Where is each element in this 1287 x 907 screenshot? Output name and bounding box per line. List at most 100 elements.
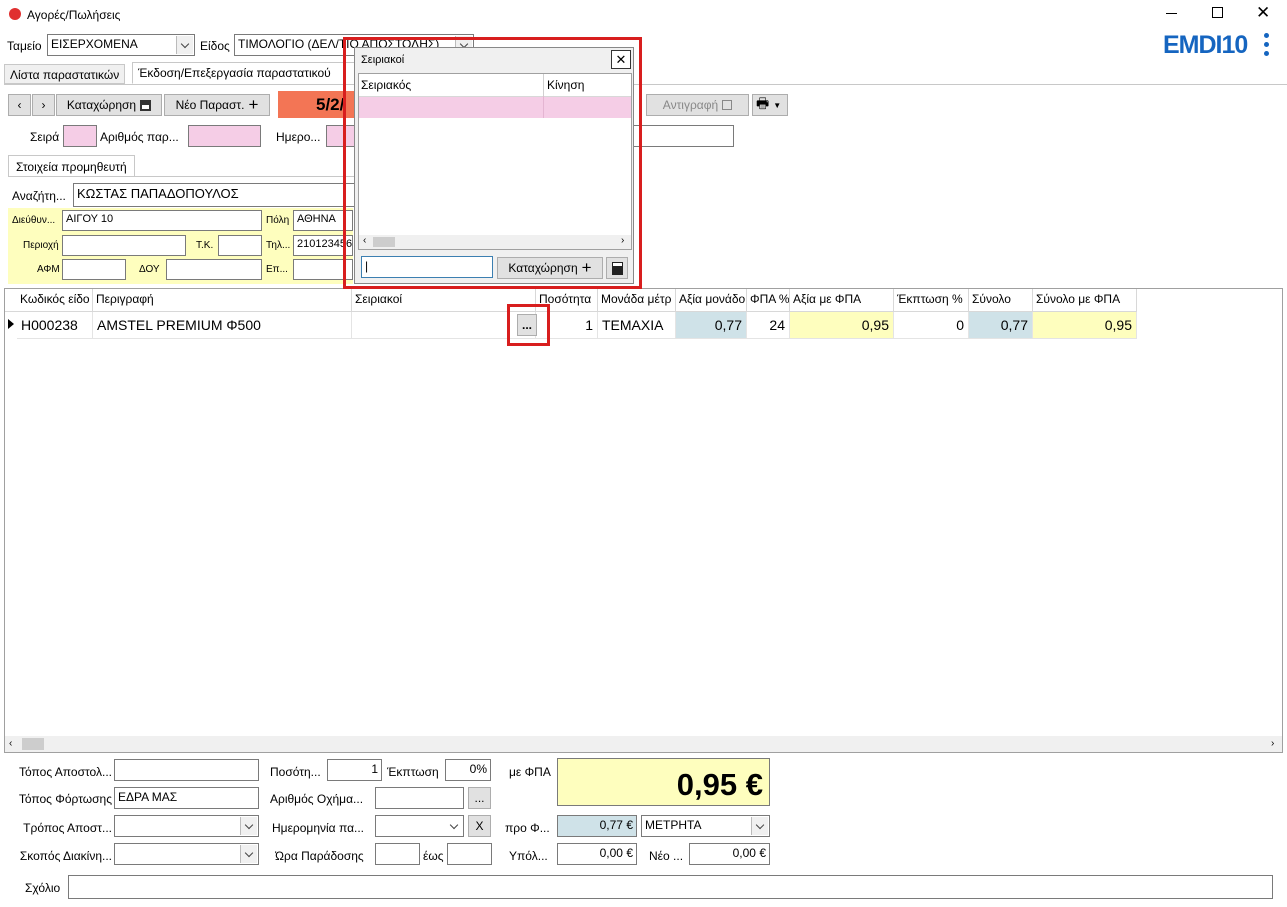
total-with-vat: 0,95 € xyxy=(557,758,770,806)
tab-supplier[interactable]: Στοιχεία προμηθευτή xyxy=(8,155,135,177)
seira-label: Σειρά xyxy=(30,130,60,144)
col-total[interactable]: Σύνολο xyxy=(969,289,1033,311)
cell-price-vat[interactable]: 0,95 xyxy=(790,312,894,339)
topos-fort-label: Τόπος Φόρτωσης xyxy=(18,792,112,806)
floppy-icon xyxy=(140,99,152,111)
row-pointer-icon xyxy=(8,319,14,329)
chevron-down-icon xyxy=(751,817,768,835)
col-vat[interactable]: ΦΠΑ % xyxy=(747,289,790,311)
cell-vat[interactable]: 24 xyxy=(747,312,790,339)
tk-field[interactable] xyxy=(218,235,262,256)
payment-method-select[interactable]: ΜΕΤΡΗΤΑ xyxy=(641,815,770,837)
chevron-down-icon xyxy=(240,845,257,863)
search-label: Αναζήτη... xyxy=(12,189,66,203)
extra-field[interactable] xyxy=(632,125,734,147)
maximize-icon[interactable] xyxy=(1212,7,1223,18)
comment-label: Σχόλιο xyxy=(25,881,61,895)
seira-field[interactable] xyxy=(63,125,97,147)
delivery-date-select[interactable] xyxy=(375,815,464,837)
scroll-left-icon[interactable]: ‹ xyxy=(9,738,12,749)
col-code[interactable]: Κωδικός είδο xyxy=(17,289,93,311)
afm-field[interactable] xyxy=(62,259,126,280)
window-title: Αγορές/Πωλήσεις xyxy=(27,8,121,22)
eos-label: έως xyxy=(423,849,444,863)
save-button[interactable]: Καταχώρηση xyxy=(56,94,162,116)
caret-down-icon: ▼ xyxy=(773,100,782,110)
more-menu-icon[interactable] xyxy=(1262,33,1270,57)
minimize-icon[interactable] xyxy=(1166,13,1177,14)
printer-icon: 🖶 xyxy=(756,95,770,111)
cell-unit-price[interactable]: 0,77 xyxy=(676,312,747,339)
ora-label: Ώρα Παράδοσης xyxy=(275,849,364,863)
oxima-button[interactable]: ... xyxy=(468,787,491,809)
grid-hscrollbar[interactable]: ‹ › xyxy=(5,736,1282,752)
cell-unit[interactable]: ΤΕΜΑΧΙΑ xyxy=(598,312,676,339)
new-balance-field: 0,00 € xyxy=(689,843,770,865)
ypol-label: Υπόλ... xyxy=(509,849,548,863)
prev-button[interactable]: ‹ xyxy=(8,94,31,116)
date-banner-text: 5/2/ xyxy=(316,95,345,114)
tab-document-edit[interactable]: Έκδοση/Επεξεργασία παραστατικού xyxy=(132,62,357,84)
cell-total-vat[interactable]: 0,95 xyxy=(1033,312,1137,339)
cell-code[interactable]: H000238 xyxy=(17,312,93,339)
ekptosi-label: Έκπτωση xyxy=(387,765,439,779)
items-grid xyxy=(4,288,1283,753)
supplier-search-input[interactable]: ΚΩΣΤΑΣ ΠΑΠΑΔΟΠΟΥΛΟΣ xyxy=(73,183,363,207)
doy-field[interactable] xyxy=(166,259,262,280)
eidos-label: Είδος xyxy=(200,39,230,53)
oxima-field[interactable] xyxy=(375,787,464,809)
area-field[interactable] xyxy=(62,235,186,256)
posotita-label: Ποσότη... xyxy=(270,765,321,779)
ekptosi-field[interactable]: 0% xyxy=(445,759,491,781)
cell-discount[interactable]: 0 xyxy=(894,312,969,339)
tropos-select[interactable] xyxy=(114,815,259,837)
tab-document-list[interactable]: Λίστα παραστατικών xyxy=(4,64,126,84)
afm-label: ΑΦΜ xyxy=(37,264,60,275)
comment-field[interactable] xyxy=(68,875,1273,899)
col-unit[interactable]: Μονάδα μέτρ xyxy=(598,289,676,311)
city-label: Πόλη xyxy=(266,215,290,226)
tameio-select[interactable]: ΕΙΣΕΡΧΟΜΕΝΑ xyxy=(47,34,195,56)
address-field[interactable]: ΑΙΓΟΥ 10 xyxy=(62,210,262,231)
col-unit-price[interactable]: Αξία μονάδο xyxy=(676,289,747,311)
clear-date-button[interactable]: X xyxy=(468,815,491,837)
scroll-thumb[interactable] xyxy=(22,738,44,750)
col-desc[interactable]: Περιγραφή xyxy=(93,289,352,311)
col-price-vat[interactable]: Αξία με ΦΠΑ xyxy=(790,289,894,311)
plus-icon: + xyxy=(248,95,259,114)
address-label: Διεύθυν... xyxy=(12,215,56,226)
arithmos-field[interactable] xyxy=(188,125,261,147)
app-icon xyxy=(9,8,21,20)
cell-desc[interactable]: AMSTEL PREMIUM Φ500 xyxy=(93,312,352,339)
profpa-label: προ Φ... xyxy=(505,821,550,835)
col-total-vat[interactable]: Σύνολο με ΦΠΑ xyxy=(1033,289,1137,311)
copy-icon xyxy=(722,100,733,110)
mefpa-label: με ΦΠΑ xyxy=(509,765,551,779)
copy-button[interactable]: Αντιγραφή xyxy=(646,94,749,116)
chevron-down-icon xyxy=(240,817,257,835)
new-document-button[interactable]: Νέο Παραστ. + xyxy=(164,94,270,116)
neo-label: Νέο ... xyxy=(649,849,684,863)
tab-content-border xyxy=(4,84,1287,85)
title-bar: Αγορές/Πωλήσεις ✕ xyxy=(0,0,1287,30)
arithmos-label: Αριθμός παρ... xyxy=(100,130,179,144)
cell-total[interactable]: 0,77 xyxy=(969,312,1033,339)
close-icon[interactable]: ✕ xyxy=(1256,3,1270,23)
print-button[interactable]: 🖶 ▼ xyxy=(752,94,788,116)
ora-to-field[interactable] xyxy=(447,843,492,865)
col-discount[interactable]: Έκπτωση % xyxy=(894,289,969,311)
chevron-down-icon xyxy=(176,36,193,54)
posotita-field[interactable]: 1 xyxy=(327,759,382,781)
skopos-select[interactable] xyxy=(114,843,259,865)
balance-field: 0,00 € xyxy=(557,843,637,865)
next-button[interactable]: › xyxy=(32,94,55,116)
topos-fort-field[interactable]: ΕΔΡΑ ΜΑΣ xyxy=(114,787,259,809)
delivery-date-label: Ημερομηνία πα... xyxy=(272,821,365,835)
scroll-right-icon[interactable]: › xyxy=(1271,738,1274,749)
tropos-label: Τρόπος Αποστ... xyxy=(23,821,112,835)
topos-apost-field[interactable] xyxy=(114,759,259,781)
doy-label: ΔΟΥ xyxy=(139,264,160,275)
ora-from-field[interactable] xyxy=(375,843,420,865)
date-label: Ημερο... xyxy=(276,130,321,144)
skopos-label: Σκοπός Διακίνη... xyxy=(19,849,112,863)
